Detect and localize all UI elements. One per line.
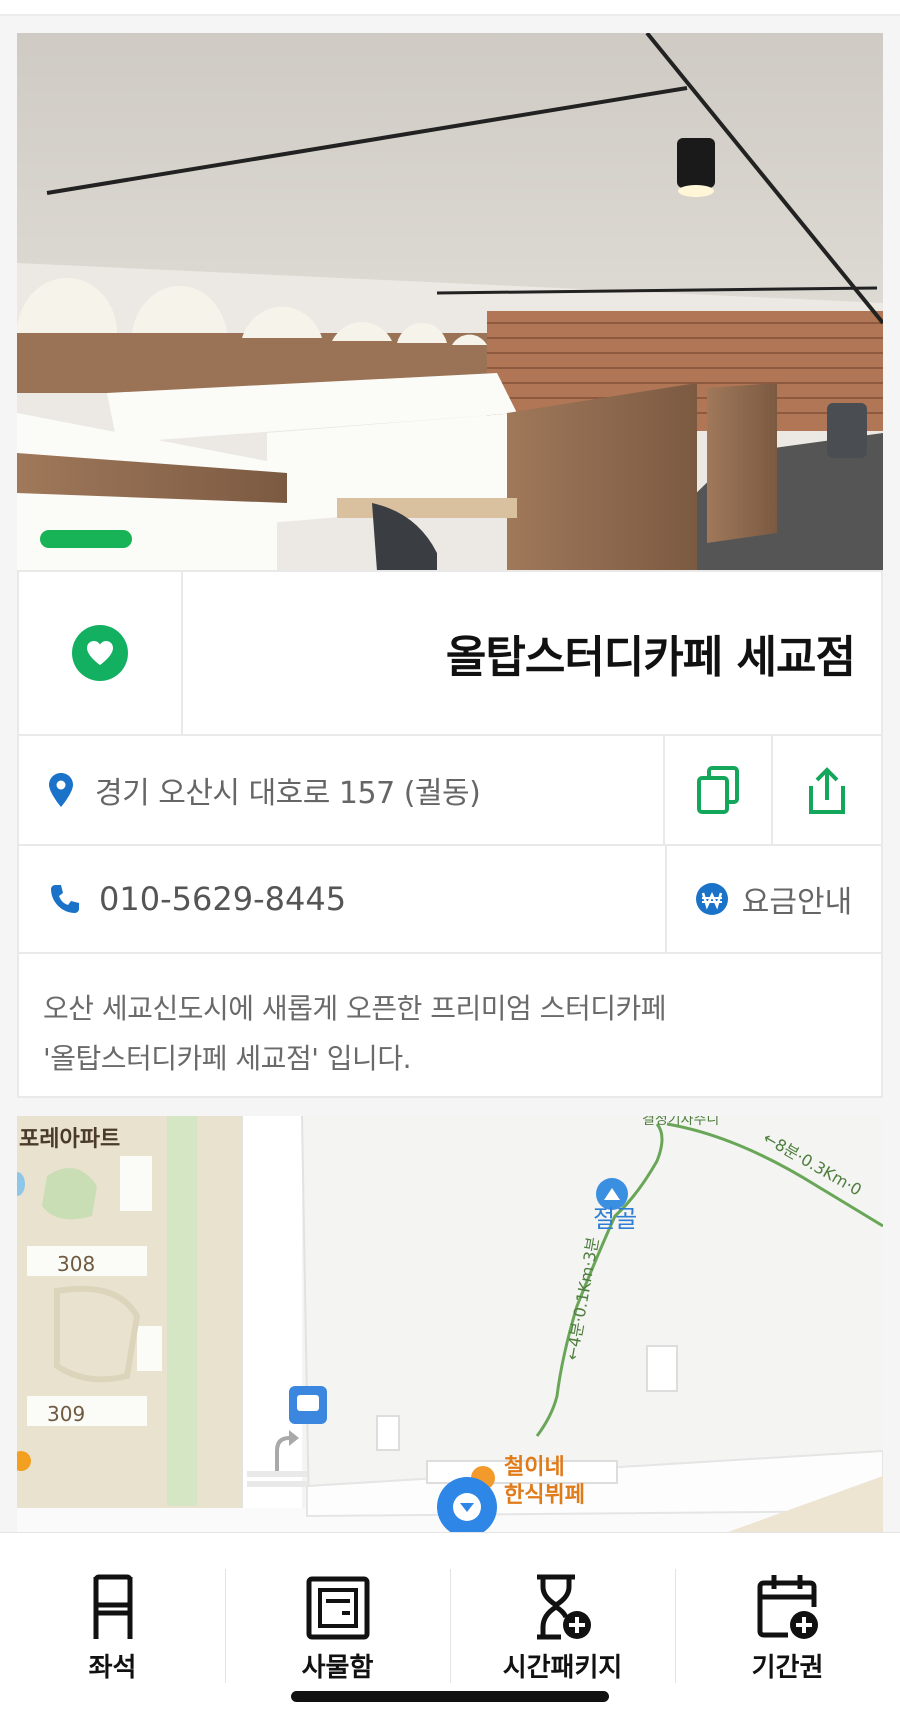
status-bar-edge	[0, 0, 900, 16]
price-info-button[interactable]: 요금안내	[667, 846, 881, 952]
home-indicator	[291, 1691, 609, 1702]
store-description: 오산 세교신도시에 새롭게 오픈한 프리미엄 스터디카페 '올탑스터디카페 세교…	[17, 952, 883, 1098]
carousel-indicator	[40, 530, 132, 548]
nav-time-package-label: 시간패키지	[502, 1653, 623, 1683]
price-info-label: 요금안내	[741, 885, 853, 920]
nav-locker-label: 사물함	[301, 1653, 374, 1683]
favorite-cell	[19, 572, 183, 734]
map-label-jeolgol: 절골	[593, 1205, 637, 1233]
address-cell: 경기 오산시 대호로 157 (궐동)	[19, 736, 665, 844]
share-icon	[809, 767, 845, 814]
phone-call-button[interactable]: 010-5629-8445	[19, 846, 667, 952]
store-address: 경기 오산시 대호로 157 (궐동)	[95, 776, 481, 811]
store-title-row: 올탑스터디카페 세교점	[17, 570, 883, 736]
copy-address-button[interactable]	[665, 736, 773, 844]
map-label-top-partial: 결정기자주니	[642, 1116, 719, 1128]
nav-seat[interactable]: 좌석	[0, 1533, 225, 1718]
map-canvas: 포레아파트 308 309 절골 철이네 한식뷔페 ←4분·0.1Km·3분 ←…	[17, 1116, 883, 1536]
map-label-apartment: 포레아파트	[19, 1127, 120, 1152]
store-name: 올탑스터디카페 세교점	[445, 632, 856, 683]
map-view[interactable]: 포레아파트 308 309 절골 철이네 한식뷔페 ←4분·0.1Km·3분 ←…	[17, 1116, 883, 1536]
copy-icon	[697, 766, 739, 814]
nav-period-pass-label: 기간권	[751, 1653, 824, 1683]
description-line-2: '올탑스터디카페 세교점' 입니다.	[43, 1042, 411, 1075]
locker-icon	[306, 1576, 369, 1640]
chair-icon	[93, 1574, 132, 1639]
map-label-308: 308	[57, 1252, 95, 1276]
phone-row: 010-5629-8445 요금안내	[17, 844, 883, 954]
map-label-restaurant-1: 철이네	[504, 1455, 565, 1480]
heart-icon	[87, 641, 113, 665]
description-line-1: 오산 세교신도시에 새롭게 오픈한 프리미엄 스터디카페	[43, 992, 666, 1025]
share-button[interactable]	[773, 736, 881, 844]
nav-period-pass[interactable]: 기간권	[675, 1533, 900, 1718]
location-pin-icon	[49, 773, 73, 807]
store-photo	[17, 33, 883, 571]
store-title-cell: 올탑스터디카페 세교점	[183, 572, 881, 734]
store-photo-carousel[interactable]	[17, 33, 883, 571]
store-phone: 010-5629-8445	[99, 880, 347, 918]
won-icon	[695, 883, 728, 915]
hourglass-plus-icon	[536, 1574, 591, 1640]
favorite-button[interactable]	[72, 625, 128, 681]
calendar-plus-icon	[757, 1575, 818, 1639]
phone-icon	[51, 885, 79, 913]
nav-seat-label: 좌석	[88, 1653, 137, 1683]
map-label-309: 309	[47, 1402, 85, 1426]
address-row: 경기 오산시 대호로 157 (궐동)	[17, 734, 883, 846]
map-label-restaurant-2: 한식뷔페	[504, 1483, 585, 1508]
